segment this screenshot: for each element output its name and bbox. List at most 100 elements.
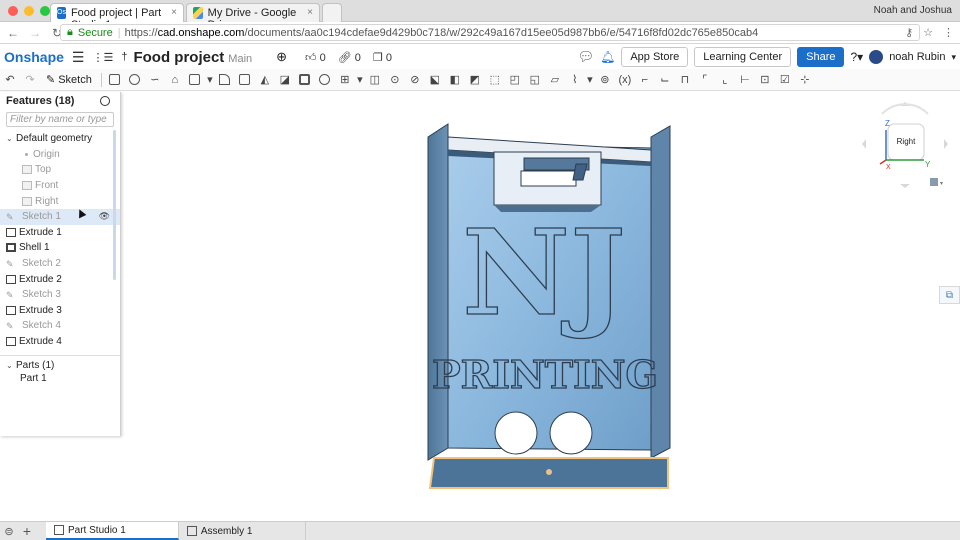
dropdown-icon[interactable]: ▾	[586, 72, 594, 88]
chamfer-icon[interactable]	[236, 72, 254, 88]
close-window-icon[interactable]	[8, 6, 18, 16]
document-title[interactable]: Food project	[133, 49, 224, 66]
chevron-down-icon[interactable]: ⌄	[6, 134, 16, 143]
link-icon[interactable]: 🔗︎	[338, 52, 352, 64]
view-cube[interactable]: Right Z Y X ▾	[860, 100, 950, 190]
forward-arrow-icon[interactable]: →	[26, 26, 44, 40]
flange-icon[interactable]: ⌙	[656, 72, 674, 88]
comments-icon[interactable]: 💬︎	[578, 49, 595, 65]
feature-list-icon[interactable]: ⋮☰	[92, 51, 113, 64]
tab-part-studio[interactable]: Part Studio 1	[46, 522, 179, 540]
chevron-down-icon[interactable]: ▾	[951, 52, 956, 63]
thicken-icon[interactable]	[186, 72, 204, 88]
new-tab-button[interactable]	[322, 3, 342, 22]
rollback-timer-icon[interactable]	[100, 96, 110, 106]
rib-icon[interactable]: ◪	[276, 72, 294, 88]
linear-pattern-icon[interactable]: ⊞	[336, 72, 354, 88]
draft-icon[interactable]: ◭	[256, 72, 274, 88]
feature-item-sketch-1[interactable]: ✎ Sketch 1 👁︎	[0, 208, 120, 225]
configurations-panel-icon[interactable]: ⧉	[939, 286, 960, 304]
browser-menu-icon[interactable]: ⋮	[943, 26, 954, 39]
add-tab-icon[interactable]: +	[18, 523, 36, 539]
bookmark-star-icon[interactable]: ☆	[923, 26, 933, 39]
model-view[interactable]: NJ PRINTING	[121, 92, 960, 521]
offset-surface-icon[interactable]: ◱	[526, 72, 544, 88]
parts-header[interactable]: ⌄ Parts (1)	[0, 355, 120, 371]
corner-icon[interactable]: ⌜	[696, 72, 714, 88]
url-field[interactable]: 🔒︎ Secure | https://cad.onshape.com/docu…	[60, 24, 920, 41]
delete-part-icon[interactable]: ◧	[446, 72, 464, 88]
feature-item-sketch-4[interactable]: ✎ Sketch 4	[0, 318, 120, 334]
geometry-front-plane[interactable]: Front	[0, 178, 120, 194]
feature-item-sketch-2[interactable]: ✎ Sketch 2	[0, 256, 120, 272]
user-menu[interactable]: noah Rubin	[889, 51, 945, 63]
add-custom-feature-icon[interactable]: ⊹	[796, 72, 814, 88]
chevron-down-icon[interactable]: ⌄	[6, 361, 16, 370]
feature-item-shell-1[interactable]: Shell 1	[0, 240, 120, 256]
revolve-icon[interactable]	[126, 72, 144, 88]
feature-item-extrude-3[interactable]: Extrude 3	[0, 303, 120, 319]
branch-name[interactable]: Main	[228, 53, 252, 65]
learning-center-button[interactable]: Learning Center	[694, 47, 792, 67]
geometry-top-plane[interactable]: Top	[0, 162, 120, 178]
modify-fillet-icon[interactable]: ◩	[466, 72, 484, 88]
default-geometry-node[interactable]: ⌄ Default geometry	[0, 131, 120, 147]
feature-list-scrollbar[interactable]	[113, 130, 116, 280]
mirror-icon[interactable]: ◫	[366, 72, 384, 88]
boolean-icon[interactable]: ⊙	[386, 72, 404, 88]
geometry-origin[interactable]: Origin	[0, 147, 120, 163]
geometry-right-plane[interactable]: Right	[0, 193, 120, 209]
zoom-window-icon[interactable]	[40, 6, 50, 16]
feature-item-extrude-2[interactable]: Extrude 2	[0, 271, 120, 287]
loft-icon[interactable]: ⌂	[166, 72, 184, 88]
graphics-viewport[interactable]: NJ PRINTING	[121, 92, 960, 521]
joint-icon[interactable]: ⊢	[736, 72, 754, 88]
split-icon[interactable]: ⊘	[406, 72, 424, 88]
finish-icon[interactable]: ☑	[776, 72, 794, 88]
fillet-icon[interactable]	[216, 72, 234, 88]
minimize-window-icon[interactable]	[24, 6, 34, 16]
thumbs-up-icon[interactable]: 👍︎	[305, 52, 317, 64]
shell-icon[interactable]	[296, 72, 314, 88]
share-button[interactable]: Share	[797, 47, 845, 67]
feature-item-extrude-4[interactable]: Extrude 4	[0, 334, 120, 350]
variable-icon[interactable]: (x)	[616, 72, 634, 88]
tab-assembly[interactable]: Assembly 1	[179, 522, 306, 540]
back-arrow-icon[interactable]: ←	[4, 26, 22, 40]
mate-connector-icon[interactable]: ⊚	[596, 72, 614, 88]
helix-icon[interactable]: ⌇	[566, 72, 584, 88]
feature-filter-input[interactable]: Filter by name or type	[6, 112, 114, 127]
browser-tab-drive[interactable]: My Drive - Google Drive ×	[186, 3, 320, 31]
menu-icon[interactable]: ☰	[72, 49, 85, 66]
move-face-icon[interactable]: ⬚	[486, 72, 504, 88]
feature-item-sketch-3[interactable]: ✎ Sketch 3	[0, 287, 120, 303]
replace-face-icon[interactable]: ◰	[506, 72, 524, 88]
onshape-logo[interactable]: Onshape	[4, 49, 64, 65]
sweep-icon[interactable]: ∽	[146, 72, 164, 88]
copy-icon[interactable]: ❐	[373, 52, 383, 64]
eye-icon[interactable]: 👁︎	[99, 211, 110, 222]
help-icon[interactable]: ?▾	[850, 50, 863, 64]
hole-icon[interactable]	[316, 72, 334, 88]
redo-icon[interactable]: ↷	[21, 72, 39, 88]
plane-icon[interactable]: ▱	[546, 72, 564, 88]
sketch-button[interactable]: ✎ Sketch	[46, 73, 92, 87]
notifications-icon[interactable]: 🔔︎	[600, 50, 615, 64]
extrude-icon[interactable]	[106, 72, 124, 88]
key-icon[interactable]: ⚷	[905, 26, 913, 39]
dropdown-icon[interactable]: ▾	[206, 72, 214, 88]
tab-manager-icon[interactable]: ⊜	[0, 525, 18, 538]
tab-icon[interactable]: ⊓	[676, 72, 694, 88]
bend-relief-icon[interactable]: ⌞	[716, 72, 734, 88]
part-item-1[interactable]: Part 1	[0, 371, 120, 387]
avatar[interactable]	[869, 50, 884, 64]
feature-item-extrude-1[interactable]: Extrude 1	[0, 225, 120, 241]
browser-profile[interactable]: Noah and Joshua	[874, 5, 952, 16]
globe-icon[interactable]: ⊕	[276, 49, 287, 65]
undo-icon[interactable]: ↶	[1, 72, 19, 88]
dropdown-icon[interactable]: ▾	[356, 72, 364, 88]
flat-view-icon[interactable]: ⊡	[756, 72, 774, 88]
close-tab-icon[interactable]: ×	[307, 7, 313, 18]
close-tab-icon[interactable]: ×	[171, 7, 177, 18]
transform-icon[interactable]: ⬕	[426, 72, 444, 88]
